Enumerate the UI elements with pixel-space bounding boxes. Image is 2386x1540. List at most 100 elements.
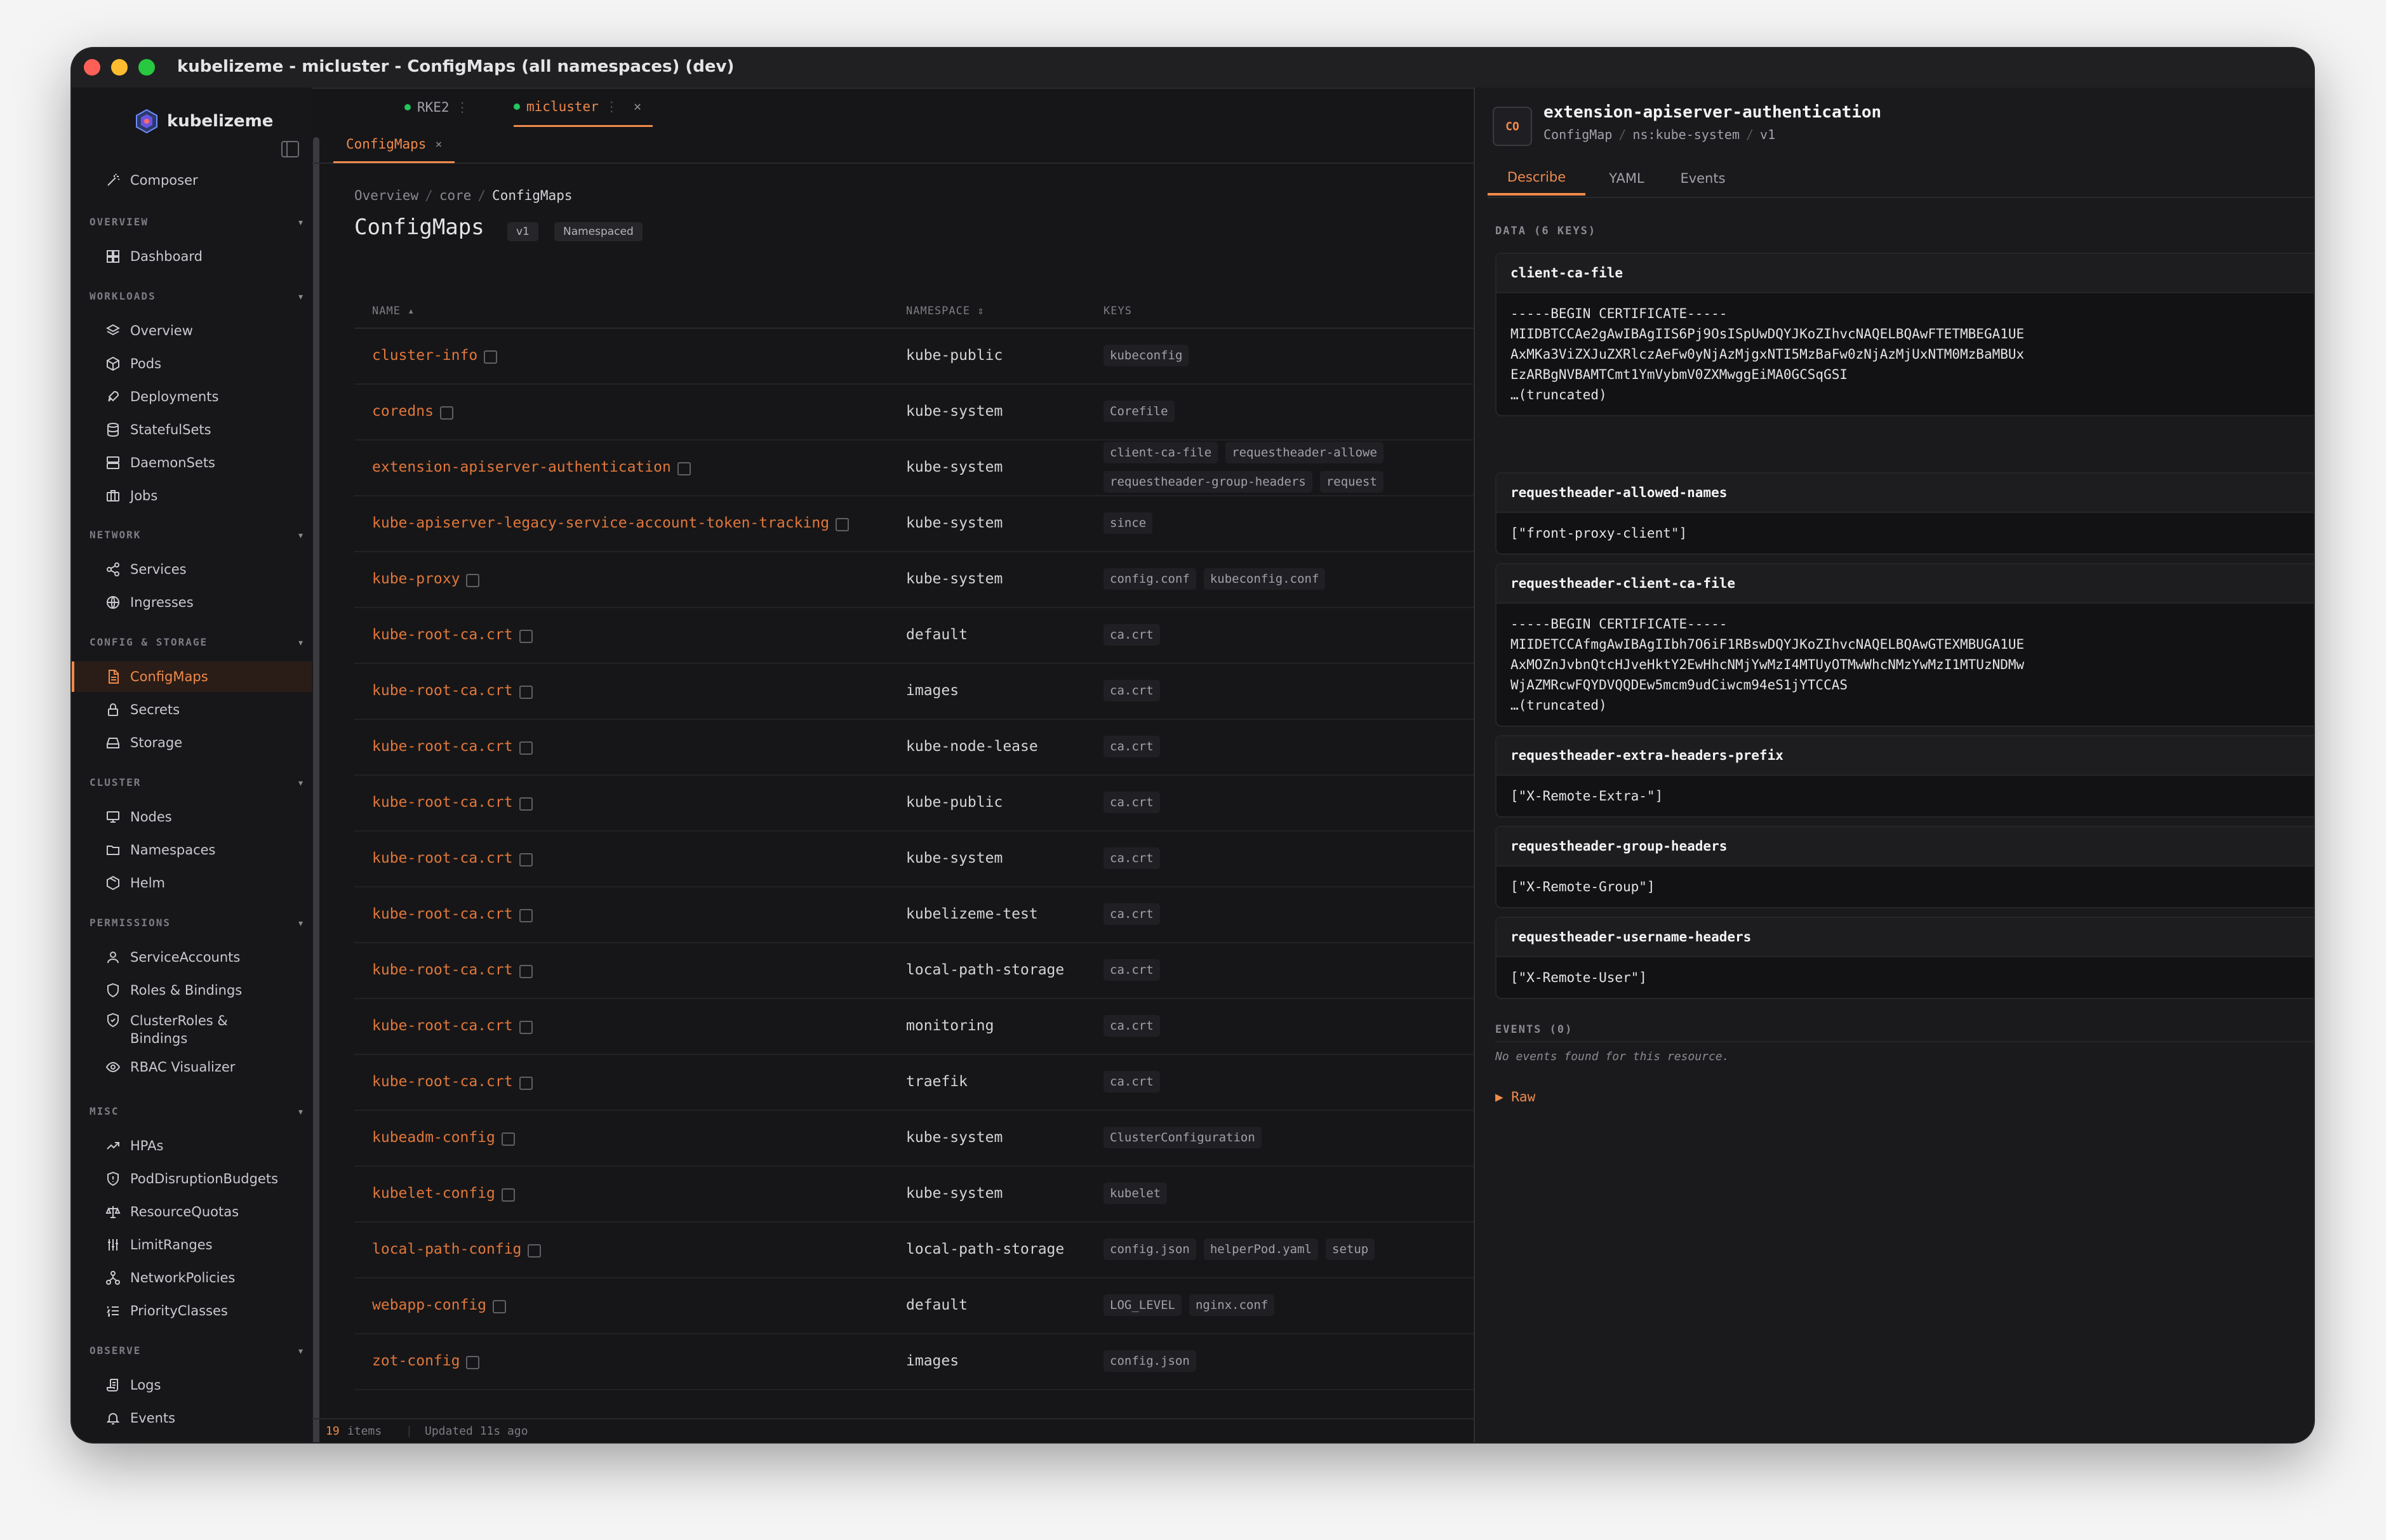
sidebar-item-namespaces[interactable]: Namespaces bbox=[72, 835, 312, 865]
configmap-name-link[interactable]: kube-root-ca.crt bbox=[372, 682, 513, 699]
sidebar-item-ingresses[interactable]: Ingresses bbox=[72, 587, 312, 618]
sidebar-item-services[interactable]: Services bbox=[72, 554, 312, 585]
table-row[interactable]: zot-config images config.json bbox=[354, 1333, 1474, 1390]
configmap-name-link[interactable]: coredns bbox=[372, 403, 434, 420]
chevron-down-icon[interactable]: ▾ bbox=[297, 216, 305, 229]
brand[interactable]: kubelizeme bbox=[134, 105, 273, 137]
table-row[interactable]: kube-proxy kube-system config.conf kubeconf… bbox=[354, 551, 1474, 608]
table-row[interactable]: kube-root-ca.crt local-path-storage ca.crt bbox=[354, 942, 1474, 999]
copy-icon[interactable] bbox=[501, 1188, 515, 1202]
configmap-name-link[interactable]: webapp-config bbox=[372, 1297, 486, 1313]
chevron-down-icon[interactable]: ▾ bbox=[297, 917, 305, 930]
tab-configmaps[interactable]: ConfigMaps × bbox=[333, 127, 455, 163]
copy-icon[interactable] bbox=[519, 853, 533, 866]
sidebar-item-serviceaccounts[interactable]: ServiceAccounts bbox=[72, 942, 312, 972]
table-row[interactable]: kubeadm-config kube-system ClusterConfigur… bbox=[354, 1110, 1474, 1167]
copy-icon[interactable] bbox=[519, 797, 533, 811]
copy-icon[interactable] bbox=[519, 1076, 533, 1090]
sidebar-item-dashboard[interactable]: Dashboard bbox=[72, 241, 312, 272]
copy-icon[interactable] bbox=[677, 461, 691, 475]
table-row[interactable]: cluster-info kube-public kubeconfig bbox=[354, 328, 1474, 385]
column-name[interactable]: NAME ▴ bbox=[372, 305, 415, 317]
column-namespace[interactable]: NAMESPACE ⇕ bbox=[906, 305, 985, 317]
sidebar-item-configmaps[interactable]: ConfigMaps bbox=[72, 661, 312, 692]
sidebar-item-networkpolicies[interactable]: NetworkPolicies bbox=[72, 1263, 312, 1293]
sidebar-item-daemonsets[interactable]: DaemonSets bbox=[72, 448, 312, 478]
table-row[interactable]: kube-root-ca.crt monitoring ca.crt bbox=[354, 998, 1474, 1055]
table-row[interactable]: kube-root-ca.crt traefik ca.crt bbox=[354, 1054, 1474, 1111]
section-overview[interactable]: OVERVIEW ▾ bbox=[90, 216, 305, 229]
close-tab-icon[interactable]: × bbox=[435, 138, 442, 151]
sidebar-item-composer[interactable]: Composer bbox=[72, 165, 312, 196]
copy-icon[interactable] bbox=[439, 406, 453, 420]
breadcrumb-overview[interactable]: Overview bbox=[354, 188, 418, 203]
section-permissions[interactable]: PERMISSIONS ▾ bbox=[90, 917, 305, 930]
sidebar-item-helm[interactable]: Helm bbox=[72, 868, 312, 898]
sidebar-item-poddisruptionbudgets[interactable]: PodDisruptionBudgets bbox=[72, 1164, 312, 1194]
configmap-name-link[interactable]: kube-root-ca.crt bbox=[372, 627, 513, 643]
configmap-name-link[interactable]: zot-config bbox=[372, 1353, 460, 1369]
copy-icon[interactable] bbox=[519, 685, 533, 699]
copy-icon[interactable] bbox=[484, 350, 498, 364]
configmap-name-link[interactable]: kubeadm-config bbox=[372, 1129, 495, 1146]
section-config[interactable]: CONFIG & STORAGE ▾ bbox=[90, 636, 305, 649]
configmap-name-link[interactable]: kubelet-config bbox=[372, 1185, 495, 1202]
copy-icon[interactable] bbox=[519, 908, 533, 922]
chevron-down-icon[interactable]: ▾ bbox=[297, 529, 305, 542]
sidebar-item-storage[interactable]: Storage bbox=[72, 727, 312, 758]
table-row[interactable]: coredns kube-system Corefile bbox=[354, 383, 1474, 441]
configmap-name-link[interactable]: extension-apiserver-authentication bbox=[372, 459, 671, 475]
sidebar-item-secrets[interactable]: Secrets bbox=[72, 694, 312, 725]
chevron-down-icon[interactable]: ▾ bbox=[297, 776, 305, 790]
table-row[interactable]: kube-root-ca.crt images ca.crt bbox=[354, 663, 1474, 720]
configmap-name-link[interactable]: kube-root-ca.crt bbox=[372, 906, 513, 922]
configmap-name-link[interactable]: kube-root-ca.crt bbox=[372, 1073, 513, 1090]
sidebar-item-deployments[interactable]: Deployments bbox=[72, 382, 312, 412]
sidebar-scrollbar[interactable] bbox=[313, 137, 319, 1442]
configmap-name-link[interactable]: kube-root-ca.crt bbox=[372, 738, 513, 755]
table-row[interactable]: kube-root-ca.crt kube-node-lease ca.crt bbox=[354, 719, 1474, 776]
sidebar-item-hpas[interactable]: HPAs bbox=[72, 1131, 312, 1161]
sidebar-item-overview[interactable]: Overview bbox=[72, 315, 312, 346]
sidebar-item-pods[interactable]: Pods bbox=[72, 348, 312, 379]
table-row[interactable]: kube-root-ca.crt kube-system ca.crt bbox=[354, 830, 1474, 887]
configmap-name-link[interactable]: cluster-info bbox=[372, 347, 477, 364]
table-row[interactable]: local-path-config local-path-storage confi… bbox=[354, 1221, 1474, 1278]
copy-icon[interactable] bbox=[528, 1244, 542, 1258]
configmap-name-link[interactable]: kube-proxy bbox=[372, 571, 460, 587]
tab-events[interactable]: Events bbox=[1668, 161, 1738, 196]
sidebar-item-rbac-visualizer[interactable]: RBAC Visualizer bbox=[72, 1052, 312, 1082]
section-network[interactable]: NETWORK ▾ bbox=[90, 529, 305, 542]
sidebar-collapse-icon[interactable] bbox=[281, 141, 299, 157]
table-row[interactable]: kube-apiserver-legacy-service-account-to… bbox=[354, 495, 1474, 552]
configmap-name-link[interactable]: kube-root-ca.crt bbox=[372, 850, 513, 866]
table-row[interactable]: webapp-config default LOG_LEVEL nginx.conf bbox=[354, 1277, 1474, 1334]
configmap-name-link[interactable]: kube-root-ca.crt bbox=[372, 962, 513, 978]
sidebar-item-nodes[interactable]: Nodes bbox=[72, 802, 312, 832]
tab-yaml[interactable]: YAML bbox=[1598, 161, 1655, 196]
section-workloads[interactable]: WORKLOADS ▾ bbox=[90, 290, 305, 303]
section-misc[interactable]: MISC ▾ bbox=[90, 1105, 305, 1118]
copy-icon[interactable] bbox=[501, 1132, 515, 1146]
minimize-window-button[interactable] bbox=[111, 59, 128, 76]
table-row[interactable]: kube-root-ca.crt kube-public ca.crt bbox=[354, 774, 1474, 832]
tab-rke2[interactable]: RKE2 ⋮ bbox=[404, 88, 469, 127]
close-window-button[interactable] bbox=[84, 59, 100, 76]
table-row[interactable]: kube-root-ca.crt default ca.crt bbox=[354, 607, 1474, 664]
sidebar-item-logs[interactable]: Logs bbox=[72, 1370, 312, 1400]
copy-icon[interactable] bbox=[493, 1299, 507, 1313]
raw-toggle[interactable]: ▶ Raw bbox=[1495, 1089, 1535, 1105]
zoom-window-button[interactable] bbox=[138, 59, 155, 76]
configmap-name-link[interactable]: kube-root-ca.crt bbox=[372, 794, 513, 811]
table-row[interactable]: kubelet-config kube-system kubelet bbox=[354, 1165, 1474, 1223]
sidebar-item-statefulsets[interactable]: StatefulSets bbox=[72, 415, 312, 445]
tab-micluster[interactable]: micluster ⋮ × bbox=[514, 88, 653, 127]
sidebar-item-jobs[interactable]: Jobs bbox=[72, 481, 312, 511]
chevron-down-icon[interactable]: ▾ bbox=[297, 1344, 305, 1358]
configmap-name-link[interactable]: local-path-config bbox=[372, 1241, 521, 1258]
configmap-name-link[interactable]: kube-apiserver-legacy-service-account-to… bbox=[372, 515, 829, 531]
section-observe[interactable]: OBSERVE ▾ bbox=[90, 1344, 305, 1358]
breadcrumb-core[interactable]: core bbox=[439, 188, 472, 203]
sidebar-item-limitranges[interactable]: LimitRanges bbox=[72, 1230, 312, 1260]
copy-icon[interactable] bbox=[519, 964, 533, 978]
